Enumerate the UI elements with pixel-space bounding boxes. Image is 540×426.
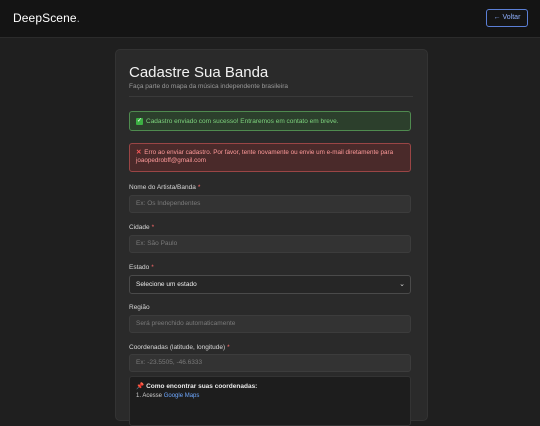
help-step-1-text: 1. Acesse [136, 393, 164, 399]
divider [129, 96, 413, 97]
logo-dot: . [76, 11, 81, 25]
page-title: Cadastre Sua Banda [129, 64, 269, 81]
site-logo[interactable]: DeepScene. [13, 11, 80, 25]
coords-label-text: Coordenadas (latitude, longitude) [129, 344, 226, 351]
name-label-text: Nome do Artista/Banda [129, 184, 196, 191]
success-alert: ✓ Cadastro enviado com sucesso! Entraremo… [129, 111, 411, 131]
back-button[interactable]: ← Voltar [486, 9, 528, 27]
top-navbar: DeepScene. ← Voltar [0, 0, 540, 38]
state-label-text: Estado [129, 264, 150, 271]
required-mark: * [151, 224, 155, 231]
region-label-text: Região [129, 304, 150, 311]
help-title-text: Como encontrar suas coordenadas: [146, 383, 258, 390]
coordinates-input[interactable]: Ex: -23.5505, -46.6333 [129, 354, 411, 372]
success-message: Cadastro enviado com sucesso! Entraremos… [146, 118, 339, 125]
required-mark: * [227, 344, 230, 351]
error-message: Erro ao enviar cadastro. Por favor, tent… [136, 149, 394, 164]
page-subtitle: Faça parte do mapa da música independent… [129, 83, 288, 90]
registration-card: Cadastre Sua Banda Faça parte do mapa da… [115, 49, 428, 426]
logo-text: DeepScene [13, 11, 77, 25]
help-step-1: 1. Acesse Google Maps [136, 393, 404, 399]
required-mark: * [151, 264, 154, 271]
coordinates-help-box: 📌 Como encontrar suas coordenadas: 1. Ace… [129, 376, 411, 426]
state-label: Estado * [129, 264, 154, 271]
help-title: 📌 Como encontrar suas coordenadas: [136, 382, 404, 390]
state-select-value: Selecione um estado [136, 281, 197, 288]
state-select[interactable]: Selecione um estado ⌄ [129, 275, 411, 294]
city-input[interactable]: Ex: São Paulo [129, 235, 411, 253]
x-icon: ✕ [136, 149, 142, 156]
check-icon: ✓ [136, 117, 143, 125]
region-input[interactable]: Será preenchido automaticamente [129, 315, 411, 333]
coords-label: Coordenadas (latitude, longitude) * [129, 344, 230, 351]
name-label: Nome do Artista/Banda * [129, 184, 200, 191]
city-label-text: Cidade [129, 224, 150, 231]
required-mark: * [197, 184, 201, 191]
google-maps-link[interactable]: Google Maps [164, 393, 200, 399]
pin-icon: 📌 [136, 383, 145, 390]
region-label: Região [129, 304, 150, 311]
artist-name-input[interactable]: Ex: Os Independentes [129, 195, 411, 213]
chevron-down-icon: ⌄ [399, 281, 405, 288]
city-label: Cidade * [129, 224, 154, 231]
error-alert: ✕ Erro ao enviar cadastro. Por favor, ten… [129, 143, 411, 172]
